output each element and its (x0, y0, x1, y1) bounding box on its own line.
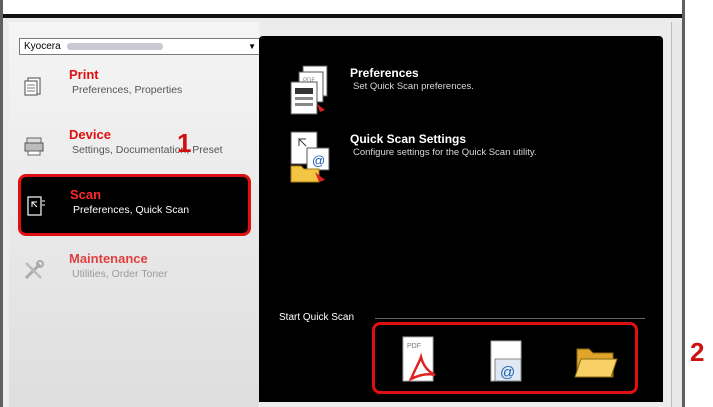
scan-icon (27, 196, 45, 216)
svg-text:@: @ (312, 153, 325, 168)
quick-scan-settings-action[interactable]: @ Quick Scan Settings Configure settings… (287, 130, 647, 190)
pdf-file-icon: PDF (402, 336, 436, 382)
main-panel: PDF Preferences Set Quick Scan preferenc… (259, 36, 663, 402)
sidebar-item-title: Print (69, 67, 99, 82)
email-at-label: @ (500, 364, 515, 381)
quick-scan-settings-subtitle: Configure settings for the Quick Scan ut… (353, 147, 537, 158)
sidebar-item-title: Device (69, 127, 111, 142)
sidebar-item-subtitle: Preferences, Properties (72, 84, 183, 96)
sidebar-item-title: Maintenance (69, 251, 148, 266)
quick-scan-folder-button[interactable] (571, 335, 621, 385)
sidebar-item-subtitle: Preferences, Quick Scan (73, 204, 190, 216)
quick-scan-settings-icon: @ (290, 131, 330, 183)
email-icon: @ (490, 340, 522, 382)
sidebar-item-maintenance[interactable]: Maintenance Utilities, Order Toner (17, 246, 252, 296)
device-icon (24, 137, 44, 156)
start-quick-scan-label: Start Quick Scan (279, 312, 355, 323)
preferences-action[interactable]: PDF Preferences Set Quick Scan preferenc… (287, 64, 647, 124)
sidebar-item-device[interactable]: Device Settings, Documentation, Preset (17, 122, 252, 172)
scrollbar[interactable] (671, 22, 682, 407)
maintenance-icon (24, 260, 44, 280)
print-icon (24, 77, 41, 96)
preferences-subtitle: Set Quick Scan preferences. (353, 81, 474, 92)
divider (375, 318, 645, 319)
quick-scan-email-button[interactable]: @ (481, 335, 531, 385)
sidebar-item-subtitle: Settings, Documentation, Preset (72, 144, 223, 156)
callout-2: 2 (690, 337, 705, 367)
preferences-title: Preferences (350, 66, 419, 80)
pdf-label: PDF (407, 343, 421, 350)
printer-model-redacted (66, 42, 163, 50)
quick-scan-settings-title: Quick Scan Settings (350, 132, 467, 146)
sidebar: Kyocera ▼ Print Preferences, Properties … (9, 22, 263, 407)
callout-1: 1 (177, 128, 192, 158)
quick-scan-pdf-button[interactable]: PDF (395, 335, 445, 385)
sidebar-item-title: Scan (70, 187, 102, 202)
chevron-down-icon[interactable]: ▼ (248, 39, 256, 54)
folder-icon (574, 348, 618, 378)
printer-select-value: Kyocera (24, 41, 61, 52)
sidebar-item-print[interactable]: Print Preferences, Properties (17, 62, 252, 112)
printer-select[interactable]: Kyocera ▼ (19, 38, 263, 55)
title-bar (3, 0, 682, 18)
application-window: Kyocera ▼ Print Preferences, Properties … (0, 0, 685, 407)
quick-scan-buttons: PDF @ (372, 322, 638, 394)
sidebar-item-scan[interactable]: Scan Preferences, Quick Scan (18, 174, 251, 236)
scan-preferences-icon: PDF (290, 65, 328, 115)
sidebar-item-subtitle: Utilities, Order Toner (72, 268, 168, 280)
